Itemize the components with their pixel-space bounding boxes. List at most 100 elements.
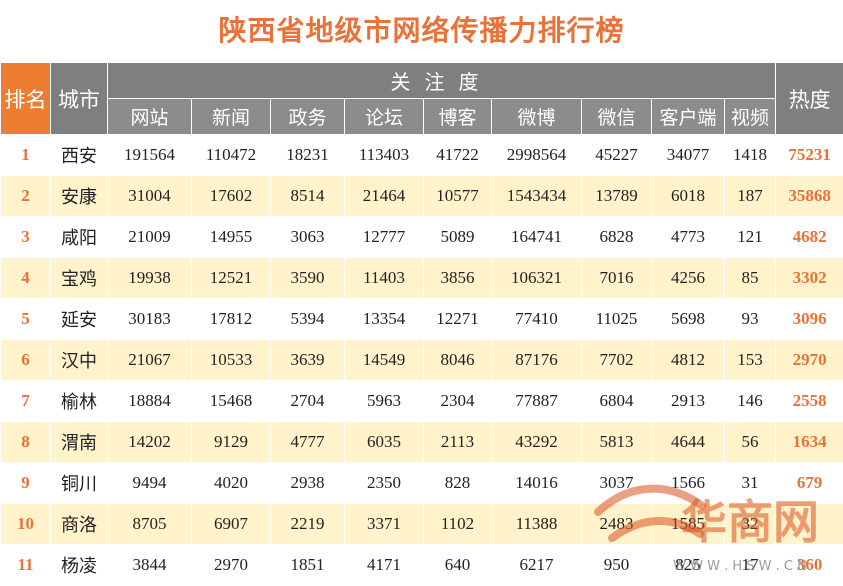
value-cell: 14202: [107, 421, 192, 463]
rank-cell: 3: [0, 216, 51, 258]
value-cell: 77887: [491, 380, 582, 422]
value-cell: 5698: [651, 298, 725, 340]
value-cell: 15468: [191, 380, 271, 422]
value-cell: 45227: [581, 134, 652, 176]
value-cell: 825: [651, 544, 725, 586]
rank-cell: 2: [0, 175, 51, 217]
value-cell: 8046: [423, 339, 492, 381]
value-cell: 30183: [107, 298, 192, 340]
value-cell: 3063: [270, 216, 345, 258]
value-cell: 13354: [344, 298, 424, 340]
table-row: 8 渭南 14202 9129 4777 6035 2113 43292 5813 4644 56 1…: [0, 421, 843, 463]
city-cell: 商洛: [50, 503, 108, 545]
value-cell: 5089: [423, 216, 492, 258]
value-cell: 2938: [270, 462, 345, 504]
value-cell: 9494: [107, 462, 192, 504]
table-body: 1 西安 191564 110472 18231 113403 41722 2998564 45…: [0, 134, 843, 586]
value-cell: 12521: [191, 257, 271, 299]
header-city: 城市: [50, 62, 108, 135]
header-heat: 热度: [775, 62, 843, 135]
value-cell: 6907: [191, 503, 271, 545]
city-cell: 杨凌: [50, 544, 108, 586]
value-cell: 21067: [107, 339, 192, 381]
value-cell: 2970: [191, 544, 271, 586]
value-cell: 11403: [344, 257, 424, 299]
value-cell: 2483: [581, 503, 652, 545]
value-cell: 17: [723, 544, 777, 586]
value-cell: 4644: [651, 421, 725, 463]
value-cell: 106321: [491, 257, 582, 299]
header-attention-group: 关注度: [106, 62, 777, 99]
value-cell: 2704: [270, 380, 345, 422]
value-cell: 12271: [423, 298, 492, 340]
page-title: 陕西省地级市网络传播力排行榜: [218, 14, 625, 47]
value-cell: 14955: [191, 216, 271, 258]
value-cell: 1102: [423, 503, 492, 545]
header-blog: 博客: [423, 98, 492, 135]
value-cell: 113403: [344, 134, 424, 176]
value-cell: 3639: [270, 339, 345, 381]
value-cell: 56: [723, 421, 777, 463]
value-cell: 5963: [344, 380, 424, 422]
header-video: 视频: [723, 98, 777, 135]
value-cell: 828: [423, 462, 492, 504]
value-cell: 164741: [491, 216, 582, 258]
value-cell: 5394: [270, 298, 345, 340]
city-cell: 渭南: [50, 421, 108, 463]
value-cell: 950: [581, 544, 652, 586]
value-cell: 12777: [344, 216, 424, 258]
heat-cell: 679: [775, 462, 843, 504]
header-wechat: 微信: [581, 98, 652, 135]
value-cell: 153: [723, 339, 777, 381]
rank-cell: 1: [0, 134, 51, 176]
value-cell: 3844: [107, 544, 192, 586]
value-cell: 4020: [191, 462, 271, 504]
table-row: 11 杨凌 3844 2970 1851 4171 640 6217 950 825 17 360: [0, 544, 843, 586]
value-cell: 18884: [107, 380, 192, 422]
value-cell: 121: [723, 216, 777, 258]
heat-cell: 35868: [775, 175, 843, 217]
value-cell: 1851: [270, 544, 345, 586]
value-cell: 19938: [107, 257, 192, 299]
rank-cell: 7: [0, 380, 51, 422]
value-cell: 41722: [423, 134, 492, 176]
value-cell: 11025: [581, 298, 652, 340]
value-cell: 11388: [491, 503, 582, 545]
value-cell: 2998564: [491, 134, 582, 176]
heat-cell: 4682: [775, 216, 843, 258]
value-cell: 3371: [344, 503, 424, 545]
value-cell: 6828: [581, 216, 652, 258]
heat-cell: 3302: [775, 257, 843, 299]
header-forum: 论坛: [344, 98, 424, 135]
header-rank: 排名: [0, 62, 51, 135]
value-cell: 85: [723, 257, 777, 299]
table-row: 9 铜川 9494 4020 2938 2350 828 14016 3037 1566 31 679: [0, 462, 843, 504]
value-cell: 8514: [270, 175, 345, 217]
value-cell: 2913: [651, 380, 725, 422]
value-cell: 31004: [107, 175, 192, 217]
value-cell: 1566: [651, 462, 725, 504]
value-cell: 77410: [491, 298, 582, 340]
value-cell: 17812: [191, 298, 271, 340]
table-row: 2 安康 31004 17602 8514 21464 10577 1543434 13789 6…: [0, 175, 843, 217]
heat-cell: 2970: [775, 339, 843, 381]
value-cell: 4256: [651, 257, 725, 299]
value-cell: 5813: [581, 421, 652, 463]
value-cell: 9129: [191, 421, 271, 463]
table-row: 6 汉中 21067 10533 3639 14549 8046 87176 7702 4812 1…: [0, 339, 843, 381]
value-cell: 146: [723, 380, 777, 422]
value-cell: 32: [723, 503, 777, 545]
header-website: 网站: [107, 98, 192, 135]
value-cell: 2219: [270, 503, 345, 545]
value-cell: 187: [723, 175, 777, 217]
table-row: 10 商洛 8705 6907 2219 3371 1102 11388 2483 1585 32: [0, 503, 843, 545]
table-row: 1 西安 191564 110472 18231 113403 41722 2998564 45…: [0, 134, 843, 176]
value-cell: 7702: [581, 339, 652, 381]
value-cell: 10533: [191, 339, 271, 381]
value-cell: 8705: [107, 503, 192, 545]
value-cell: 93: [723, 298, 777, 340]
value-cell: 31: [723, 462, 777, 504]
value-cell: 191564: [107, 134, 192, 176]
value-cell: 4777: [270, 421, 345, 463]
value-cell: 1543434: [491, 175, 582, 217]
